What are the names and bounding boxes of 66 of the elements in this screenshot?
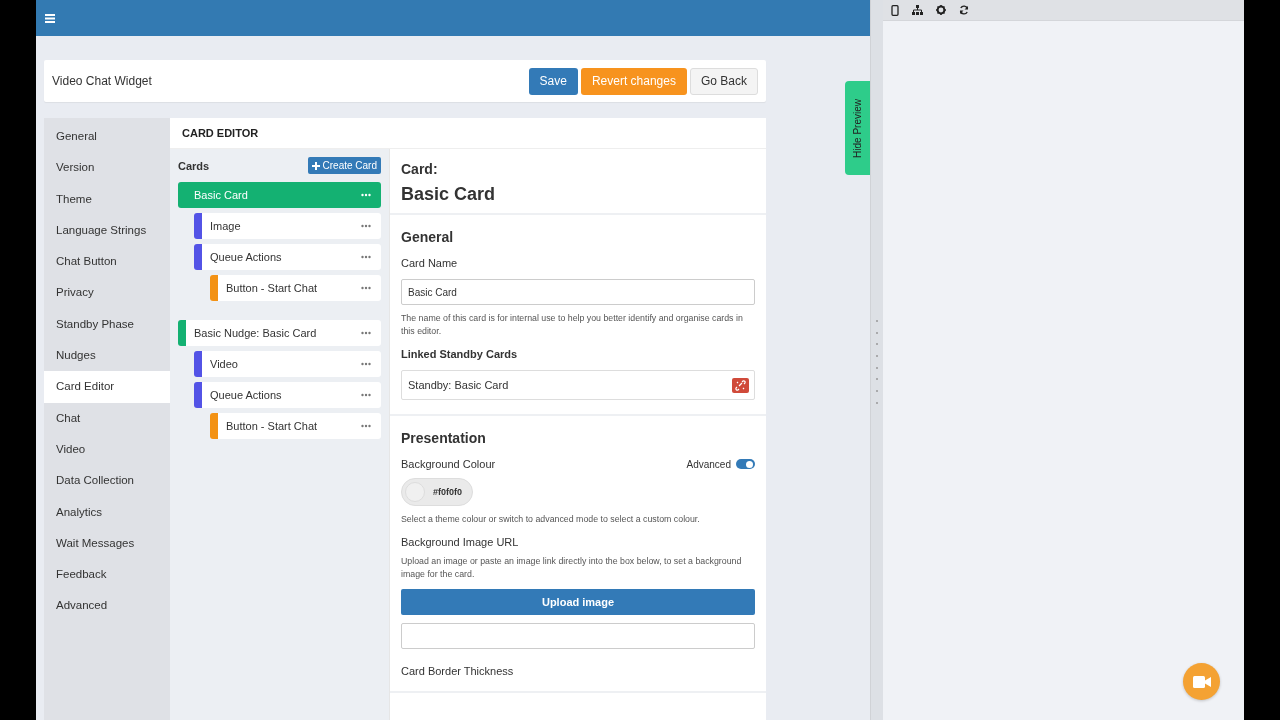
sidebar-item[interactable]: General xyxy=(44,121,170,153)
more-icon[interactable] xyxy=(361,393,371,397)
card-label: Card: xyxy=(401,161,439,177)
field-label: Background Colour xyxy=(401,458,496,470)
linked-card-field[interactable]: Standby: Basic Card xyxy=(401,370,755,400)
card-item[interactable]: Button - Start Chat xyxy=(210,413,381,439)
header-button[interactable]: Go Back xyxy=(689,67,758,95)
header-button[interactable]: Save xyxy=(528,67,578,95)
sidebar-item[interactable]: Chat xyxy=(44,402,170,434)
card-item[interactable]: Queue Actions xyxy=(194,244,381,270)
sidebar-item[interactable]: Standby Phase xyxy=(44,308,170,341)
more-icon[interactable] xyxy=(361,224,371,228)
field-label: Card Border Thickness xyxy=(401,665,515,677)
field-label: Linked Standby Cards xyxy=(401,348,519,360)
field-label: Background Image URL xyxy=(401,536,520,548)
plus-icon xyxy=(311,161,320,170)
unlink-icon[interactable] xyxy=(732,377,749,393)
sidebar-item[interactable]: Language Strings xyxy=(44,214,170,247)
card-item[interactable]: Image xyxy=(194,213,381,239)
help-text: Select a theme colour or switch to advanced mode to select a custom colour. xyxy=(401,513,701,526)
sidebar-item[interactable]: Nudges xyxy=(44,340,170,372)
sidebar-item[interactable]: Feedback xyxy=(44,559,170,591)
more-icon[interactable] xyxy=(361,255,371,259)
colour-picker[interactable]: #f0f0f0 xyxy=(401,478,473,506)
create-card-button[interactable]: Create Card xyxy=(307,157,381,174)
card-item[interactable]: Queue Actions xyxy=(194,382,381,408)
settings-icon[interactable] xyxy=(936,5,946,15)
image-url-field[interactable] xyxy=(401,623,755,649)
sidebar-item[interactable]: Card Editor xyxy=(44,371,170,403)
card-item[interactable]: Video xyxy=(194,351,381,377)
card-name-field[interactable]: Basic Card xyxy=(401,279,755,305)
sidebar-item[interactable]: Analytics xyxy=(44,496,170,528)
video-camera-icon xyxy=(1192,675,1211,688)
refresh-icon[interactable] xyxy=(959,5,969,15)
menu-icon[interactable] xyxy=(45,13,55,23)
hide-preview-tab[interactable]: Hide Preview xyxy=(845,81,870,175)
field-label: Card Name xyxy=(401,257,459,269)
card-title: Basic Card xyxy=(401,184,497,205)
card-item[interactable]: Basic Nudge: Basic Card xyxy=(178,320,381,346)
more-icon[interactable] xyxy=(361,193,371,197)
more-icon[interactable] xyxy=(361,362,371,366)
sidebar-item[interactable]: Wait Messages xyxy=(44,527,170,560)
sidebar-item[interactable]: Privacy xyxy=(44,277,170,309)
more-icon[interactable] xyxy=(361,286,371,290)
advanced-toggle[interactable] xyxy=(736,459,755,469)
section-heading: Presentation xyxy=(401,430,487,446)
more-icon[interactable] xyxy=(361,424,371,428)
sidebar-item[interactable]: Chat Button xyxy=(44,246,170,278)
resize-handle[interactable] xyxy=(870,0,883,720)
more-icon[interactable] xyxy=(361,331,371,335)
phone-icon[interactable] xyxy=(891,4,899,16)
sidebar-item[interactable]: Data Collection xyxy=(44,465,170,497)
colour-swatch xyxy=(405,482,425,502)
card-item[interactable]: Button - Start Chat xyxy=(210,275,381,301)
sidebar-item[interactable]: Advanced xyxy=(44,590,170,622)
help-text: Upload an image or paste an image link directly into the box below, to set a background image for the card. xyxy=(401,555,743,581)
toggle-label: Advanced xyxy=(686,458,731,470)
section-heading: General xyxy=(401,229,455,245)
help-text: The name of this card is for internal use to help you better identify and organise cards in this editor. xyxy=(401,312,744,338)
sidebar-item[interactable]: Theme xyxy=(44,183,170,215)
sidebar-item[interactable]: Version xyxy=(44,152,170,184)
cards-heading: Cards xyxy=(178,159,210,172)
hierarchy-icon[interactable] xyxy=(912,5,923,15)
widget-title: Video Chat Widget xyxy=(52,74,152,88)
sidebar-item[interactable]: Video xyxy=(44,433,170,466)
upload-button[interactable]: Upload image xyxy=(401,589,755,615)
